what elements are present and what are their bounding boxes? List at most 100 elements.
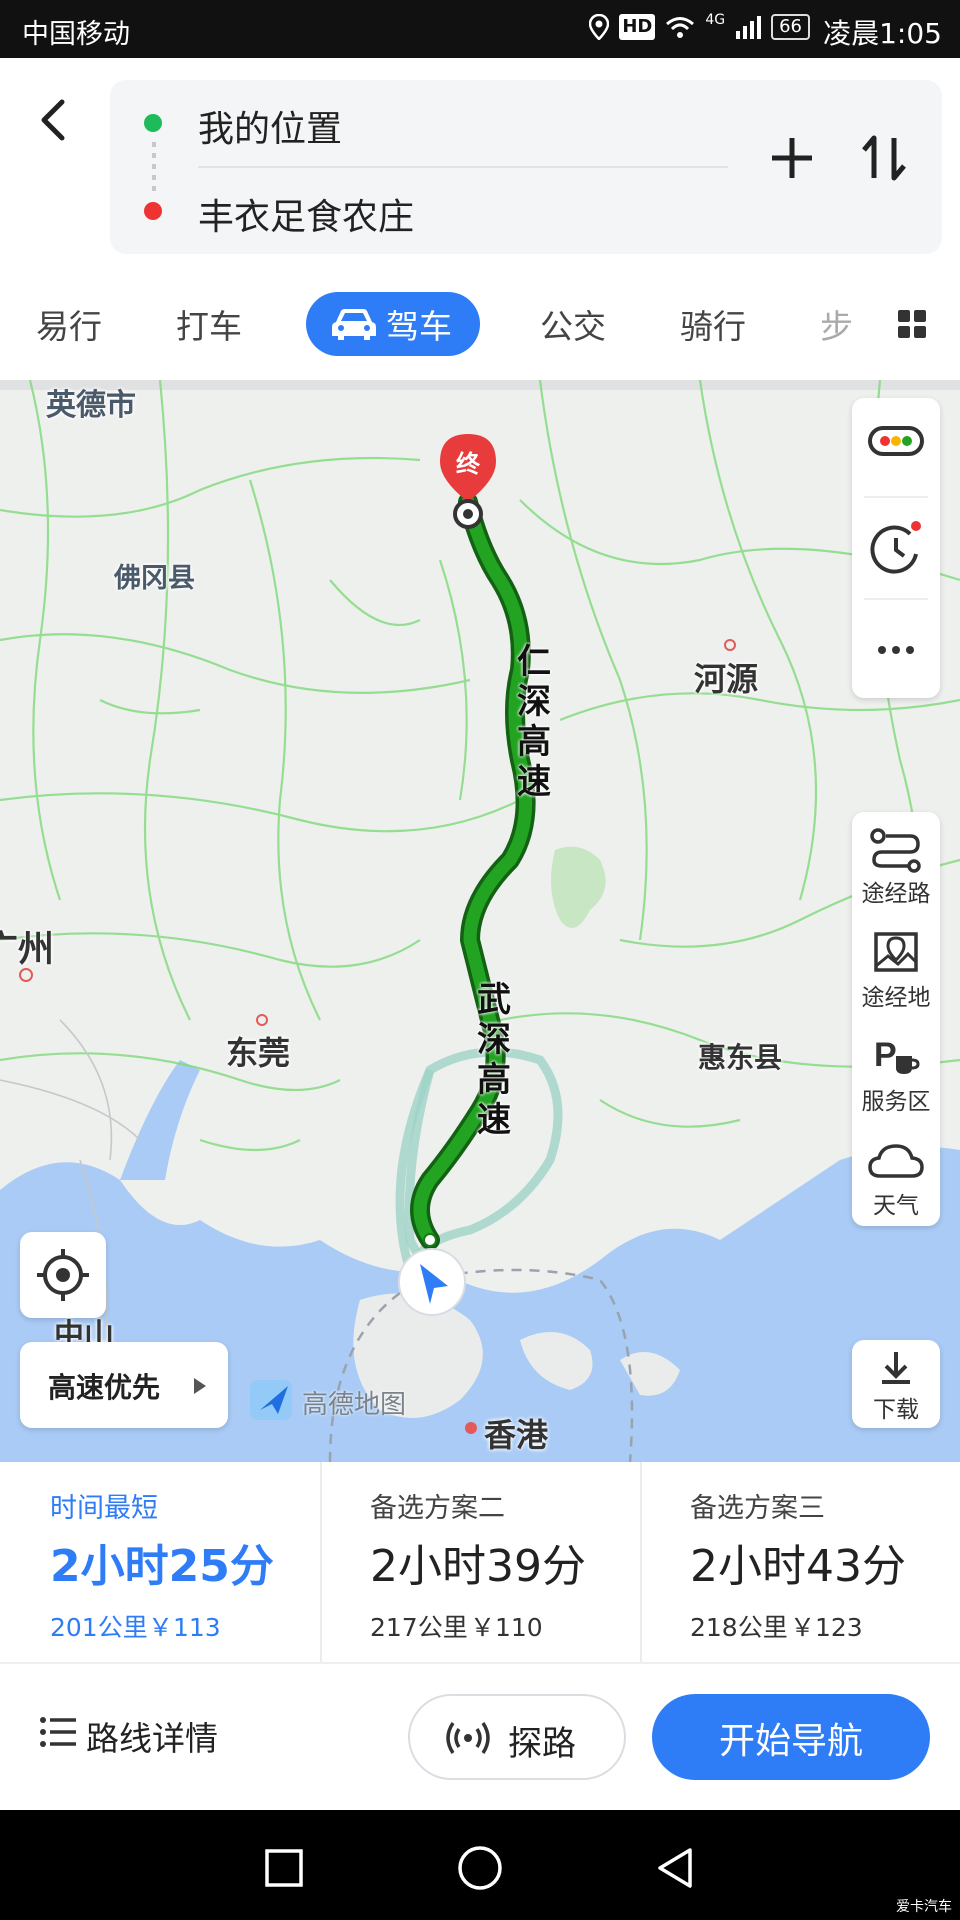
carrier-name: 中国移动 [22, 19, 130, 50]
more-tabs-button[interactable] [880, 292, 944, 356]
tab-easy-go[interactable]: 易行 [36, 300, 102, 348]
clock: 凌晨1:05 [823, 17, 942, 50]
amap-logo-icon [250, 1380, 292, 1420]
origin-field[interactable]: 我的位置 [198, 100, 342, 152]
list-icon [40, 1717, 76, 1747]
end-marker-label: 终 [456, 450, 480, 478]
route-option-1-duration: 2小时25分 [50, 1541, 274, 1592]
bottom-actions: 路线详情 探路 开始导航 [0, 1662, 960, 1812]
route-option-3[interactable]: 备选方案三 2小时43分 218公里 ￥123 [642, 1462, 960, 1662]
amap-logo-text: 高德地图 [302, 1390, 407, 1420]
amap-logo: 高德地图 [248, 1376, 428, 1426]
cloud-icon [868, 1144, 924, 1178]
svg-text:P: P [874, 1036, 897, 1074]
traffic-light-icon [868, 426, 924, 456]
route-option-3-distance: 218公里 [690, 1613, 788, 1642]
start-navigation-label: 开始导航 [718, 1721, 863, 1762]
via-place-label: 途经地 [861, 985, 931, 1011]
tab-taxi[interactable]: 打车 [176, 300, 242, 348]
place-label-yingde: 英德市 [46, 388, 136, 423]
place-label-heyuan: 河源 [694, 660, 759, 698]
route-option-1[interactable]: 时间最短 2小时25分 201公里 ￥113 [0, 1462, 320, 1662]
system-nav-bar: 爱卡汽车 [0, 1810, 960, 1920]
route-option-3-duration: 2小时43分 [690, 1541, 906, 1592]
recent-apps-button[interactable] [256, 1840, 312, 1896]
route-option-2-cost: ￥110 [470, 1613, 543, 1642]
place-label-fogang: 佛冈县 [114, 563, 195, 594]
circle-icon [458, 1846, 502, 1890]
destination-field[interactable]: 丰衣足食农庄 [198, 188, 414, 240]
status-icons: HD 4G 66 [589, 13, 810, 40]
swap-route-button[interactable] [856, 130, 912, 186]
parking-cup-icon: P [874, 1036, 920, 1074]
map-pin-icon [874, 932, 918, 972]
weather-button[interactable]: 天气 [852, 1124, 940, 1226]
nav-back-button[interactable] [648, 1840, 704, 1896]
tab-drive-label: 驾车 [386, 307, 452, 346]
route-connector [152, 142, 156, 192]
route-divider [198, 166, 728, 168]
locate-me-button[interactable] [20, 1232, 106, 1318]
place-label-guangzhou: 广州 [0, 929, 55, 970]
route-options: 时间最短 2小时25分 201公里 ￥113 备选方案二 2小时39分 217公… [0, 1462, 960, 1662]
destination-dot [144, 202, 162, 220]
location-icon [589, 14, 610, 40]
tab-bus[interactable]: 公交 [540, 300, 606, 348]
route-details-button[interactable]: 路线详情 [36, 1702, 276, 1766]
tab-drive[interactable]: 驾车 [306, 292, 480, 356]
route-option-3-label: 备选方案三 [690, 1493, 825, 1524]
clock-refresh-icon [870, 521, 921, 574]
swap-icon [862, 135, 906, 181]
route-preference-button[interactable]: 高速优先 [20, 1342, 228, 1428]
route-preference-label: 高速优先 [48, 1371, 161, 1404]
hd-icon: HD [619, 14, 656, 40]
route-option-1-distance: 201公里 [50, 1613, 148, 1642]
back-button[interactable] [30, 88, 74, 152]
route-option-3-cost: ￥123 [790, 1613, 863, 1642]
place-label-huidong: 惠东县 [698, 1041, 783, 1074]
home-button[interactable] [452, 1840, 508, 1896]
route-option-1-label: 时间最短 [50, 1493, 158, 1524]
route-option-2-distance: 217公里 [370, 1613, 468, 1642]
map-base [0, 380, 960, 1462]
add-waypoint-button[interactable] [764, 130, 820, 186]
map-view[interactable]: 英德市 佛冈县 河源 广州 东莞 惠东县 中山 香港 仁深高速 武深高速 终 途… [0, 380, 960, 1462]
start-navigation-button[interactable]: 开始导航 [652, 1694, 930, 1780]
explore-label: 探路 [508, 1724, 576, 1764]
plus-icon [772, 138, 812, 178]
more-options-button[interactable] [852, 600, 940, 698]
service-area-button[interactable]: P 服务区 [852, 1020, 940, 1124]
route-path-icon [870, 828, 921, 873]
service-area-label: 服务区 [861, 1089, 931, 1115]
triangle-back-icon [658, 1848, 692, 1888]
map-tools-panel [852, 398, 940, 698]
route-details-label: 路线详情 [86, 1719, 218, 1758]
destination-marker[interactable]: 终 [438, 432, 498, 532]
via-road-button[interactable]: 途经路 [852, 812, 940, 916]
route-option-2[interactable]: 备选方案二 2小时39分 217公里 ￥110 [322, 1462, 642, 1662]
place-label-hongkong: 香港 [484, 1416, 549, 1454]
wifi-icon [666, 17, 695, 38]
watermark: 爱卡汽车 [896, 1899, 952, 1915]
grid-icon [898, 310, 926, 338]
via-place-button[interactable]: 途经地 [852, 916, 940, 1020]
signal-icon [736, 16, 762, 39]
history-button[interactable] [852, 498, 940, 598]
tab-cycling[interactable]: 骑行 [680, 300, 746, 348]
broadcast-icon [446, 1722, 490, 1754]
more-dots-icon [878, 646, 914, 654]
route-option-1-cost: ￥113 [148, 1613, 221, 1642]
road-label-wushen: 武深高速 [477, 980, 511, 1140]
traffic-toggle-button[interactable] [852, 398, 940, 488]
battery-indicator: 66 [771, 14, 810, 40]
back-arrow-icon [41, 99, 65, 141]
download-button[interactable]: 下载 [852, 1340, 940, 1428]
tab-walk[interactable]: 步 [820, 300, 853, 348]
road-label-renshen: 仁深高速 [517, 642, 551, 802]
car-icon [332, 309, 376, 340]
current-location-marker [396, 1246, 468, 1318]
explore-button[interactable]: 探路 [408, 1694, 626, 1780]
via-road-label: 途经路 [861, 881, 931, 907]
place-label-dongguan: 东莞 [226, 1034, 291, 1072]
navigation-arrow-icon [398, 1248, 466, 1316]
